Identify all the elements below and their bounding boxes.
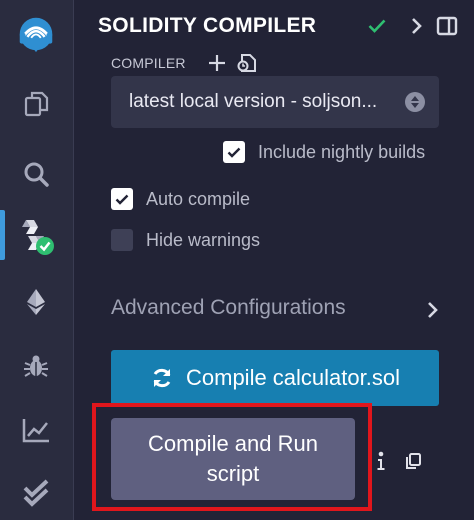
refresh-icon [153, 368, 171, 388]
include-nightly-option[interactable]: Include nightly builds [223, 141, 425, 163]
compiler-label: COMPILER [111, 55, 186, 71]
compile-button[interactable]: Compile calculator.sol [111, 350, 439, 406]
auto-compile-label: Auto compile [146, 188, 251, 209]
panel-title: SOLIDITY COMPILER [98, 14, 317, 37]
auto-compile-checkbox[interactable] [111, 188, 133, 210]
search-icon[interactable] [14, 152, 58, 196]
chevron-right-icon[interactable] [423, 298, 443, 322]
hide-warnings-checkbox[interactable] [111, 229, 133, 251]
add-compiler-icon[interactable] [205, 51, 229, 75]
solidity-compiler-icon[interactable] [14, 214, 58, 258]
verify-icon[interactable] [14, 470, 58, 514]
select-arrows-icon [405, 92, 425, 112]
include-nightly-checkbox[interactable] [223, 141, 245, 163]
check-status-icon [365, 14, 389, 38]
file-explorer-icon[interactable] [14, 82, 58, 126]
advanced-configurations-toggle[interactable]: Advanced Configurations [111, 296, 346, 320]
auto-compile-option[interactable]: Auto compile [111, 188, 250, 210]
debugger-icon[interactable] [14, 344, 58, 388]
include-nightly-label: Include nightly builds [258, 141, 426, 162]
panel-toggle-icon[interactable] [435, 14, 459, 38]
hide-warnings-label: Hide warnings [146, 229, 261, 250]
deploy-run-icon[interactable] [14, 280, 58, 324]
analytics-icon[interactable] [14, 408, 58, 452]
compiler-version-select[interactable]: latest local version - soljson... [111, 76, 439, 128]
active-indicator [0, 210, 5, 260]
highlight-box [92, 403, 372, 511]
hide-warnings-option[interactable]: Hide warnings [111, 229, 260, 251]
remix-logo-icon[interactable] [14, 12, 58, 56]
icon-sidebar [0, 0, 74, 520]
selected-version: latest local version - soljson... [129, 91, 378, 112]
load-compiler-file-icon[interactable] [235, 51, 259, 75]
info-icon[interactable] [373, 450, 389, 472]
compile-button-label: Compile calculator.sol [186, 365, 400, 390]
copy-icon[interactable] [403, 450, 423, 472]
chevron-right-icon[interactable] [405, 14, 429, 38]
